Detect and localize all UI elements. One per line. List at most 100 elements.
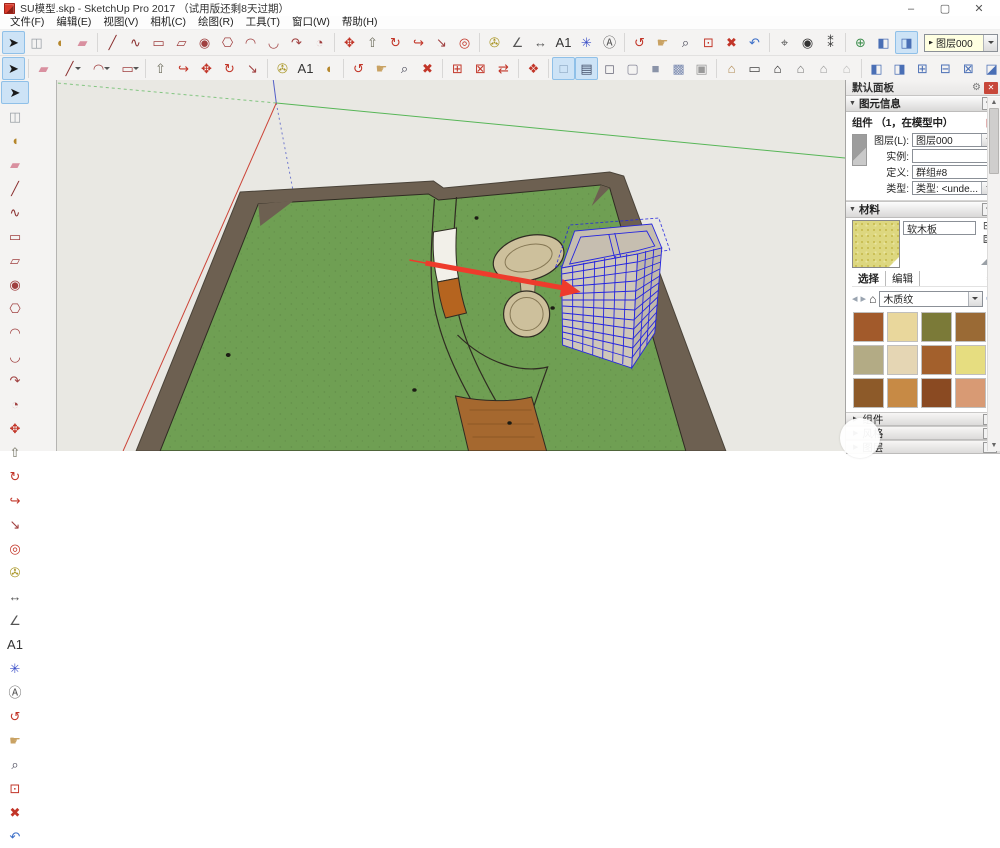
view-right-icon[interactable]: ⌂ — [835, 57, 858, 80]
material-preview[interactable] — [852, 220, 900, 268]
zoom-window-tool-icon[interactable]: ⊡ — [697, 31, 720, 54]
previous-view-tool-icon[interactable]: ↶ — [743, 31, 766, 54]
get-models-icon[interactable]: ⊞ — [446, 57, 469, 80]
push-pull-tool-icon[interactable]: ⇧ — [361, 31, 384, 54]
tape-measure-tool-icon[interactable]: ✇ — [1, 561, 29, 584]
dropdown-arrow-icon[interactable] — [967, 291, 982, 306]
text-tool-icon[interactable]: A1 — [294, 57, 317, 80]
panel-scrollbar[interactable]: ▲ ▼ — [987, 97, 1000, 451]
follow-me-tool-icon[interactable]: ↪ — [407, 31, 430, 54]
view-back-icon[interactable]: ⌂ — [789, 57, 812, 80]
line-tool-icon[interactable]: ╱ — [1, 177, 29, 200]
orbit-tool-icon[interactable]: ↺ — [1, 705, 29, 728]
material-swatch-11[interactable] — [921, 378, 952, 408]
rotate-tool-icon[interactable]: ↻ — [1, 465, 29, 488]
style-monochrome-icon[interactable]: ▣ — [690, 57, 713, 80]
axes-tool-icon[interactable]: ✳ — [575, 31, 598, 54]
style-back-edges-icon[interactable]: ▤ — [575, 57, 598, 80]
polygon-tool-icon[interactable]: ⎔ — [1, 297, 29, 320]
menu-window[interactable]: 窗口(W) — [286, 16, 336, 29]
style-shaded-icon[interactable]: ■ — [644, 57, 667, 80]
pan-tool-icon[interactable]: ☛ — [1, 729, 29, 752]
zoom-extents-tool-icon[interactable]: ✖ — [1, 801, 29, 824]
scrollbar-thumb[interactable] — [989, 108, 999, 174]
collection-combo[interactable]: 木质纹 — [879, 290, 983, 307]
move-tool-icon[interactable]: ✥ — [1, 417, 29, 440]
material-name-input[interactable]: 软木板 — [903, 221, 976, 235]
eraser-icon[interactable]: ▰ — [1, 153, 29, 176]
nav-forward-icon[interactable]: ▸ — [861, 292, 867, 305]
solid-union-icon[interactable]: ⊞ — [911, 57, 934, 80]
minimize-button[interactable]: – — [894, 2, 928, 16]
close-button[interactable]: ✕ — [962, 2, 996, 16]
panel-options-icon[interactable]: ⚙ — [972, 82, 981, 93]
solid-trim-icon[interactable]: ⊠ — [957, 57, 980, 80]
move-tool-icon[interactable]: ✥ — [338, 31, 361, 54]
dimension-tool-icon[interactable]: ↔ — [1, 585, 29, 608]
menu-edit[interactable]: 编辑(E) — [50, 16, 97, 29]
line-tool-icon[interactable]: ╱ — [101, 31, 124, 54]
push-pull-tool-icon[interactable]: ⇧ — [149, 57, 172, 80]
section-plane-tool-icon[interactable]: ⊕ — [849, 31, 872, 54]
style-wireframe-icon[interactable]: ◻ — [598, 57, 621, 80]
menu-tools[interactable]: 工具(T) — [240, 16, 286, 29]
pan-tool-icon[interactable]: ☛ — [651, 31, 674, 54]
material-swatch-6[interactable] — [887, 345, 918, 375]
line-tool-icon[interactable]: ╱ — [55, 57, 84, 80]
solid-intersect-icon[interactable]: ◨ — [888, 57, 911, 80]
materials-header[interactable]: ▼ 材料 ▬ — [846, 201, 1000, 218]
material-swatch-2[interactable] — [887, 312, 918, 342]
tab-edit[interactable]: 编辑 — [886, 271, 920, 286]
previous-view-tool-icon[interactable]: ↶ — [1, 825, 29, 848]
rotated-rectangle-tool-icon[interactable]: ▱ — [1, 249, 29, 272]
follow-me-tool-icon[interactable]: ↪ — [1, 489, 29, 512]
scale-tool-icon[interactable]: ↘ — [1, 513, 29, 536]
zoom-tool-icon[interactable]: ⌕ — [674, 31, 697, 54]
push-pull-tool-icon[interactable]: ⇧ — [1, 441, 29, 464]
material-swatch-3[interactable] — [921, 312, 952, 342]
share-model-icon[interactable]: ⊠ — [469, 57, 492, 80]
freehand-tool-icon[interactable]: ∿ — [124, 31, 147, 54]
zoom-tool-icon[interactable]: ⌕ — [1, 753, 29, 776]
dropdown-arrow-icon[interactable] — [983, 34, 997, 51]
zoom-extents-tool-icon[interactable]: ✖ — [416, 57, 439, 80]
view-iso-icon[interactable]: ⌂ — [720, 57, 743, 80]
rectangle-tool-icon[interactable]: ▭ — [1, 225, 29, 248]
pie-tool-icon[interactable]: ◔ — [308, 31, 331, 54]
material-swatch-4[interactable] — [955, 312, 986, 342]
entity-layer-combo[interactable]: 图层000 — [912, 132, 996, 147]
zoom-tool-icon[interactable]: ⌕ — [393, 57, 416, 80]
scroll-down-icon[interactable]: ▼ — [988, 440, 1000, 451]
orbit-tool-icon[interactable]: ↺ — [628, 31, 651, 54]
eraser-icon[interactable]: ▰ — [71, 31, 94, 54]
polygon-tool-icon[interactable]: ⎔ — [216, 31, 239, 54]
arc-tool-icon[interactable]: ◠ — [84, 57, 113, 80]
select-tool-icon[interactable]: ➤ — [2, 31, 25, 54]
material-swatch-12[interactable] — [955, 378, 986, 408]
circle-tool-icon[interactable]: ◉ — [193, 31, 216, 54]
scale-tool-icon[interactable]: ↘ — [241, 57, 264, 80]
move-tool-icon[interactable]: ✥ — [195, 57, 218, 80]
dimension-tool-icon[interactable]: ↔ — [529, 31, 552, 54]
3d-text-tool-icon[interactable]: Ⓐ — [598, 31, 621, 54]
tape-measure-tool-icon[interactable]: ✇ — [271, 57, 294, 80]
rotated-rectangle-tool-icon[interactable]: ▱ — [170, 31, 193, 54]
layer-combo[interactable]: 图层000 — [924, 33, 998, 52]
material-swatch-1[interactable] — [853, 312, 884, 342]
protractor-tool-icon[interactable]: ∠ — [1, 609, 29, 632]
style-shaded-textures-icon[interactable]: ▩ — [667, 57, 690, 80]
material-swatch-9[interactable] — [853, 378, 884, 408]
panel-close-button[interactable]: ✕ — [984, 81, 998, 94]
3d-text-tool-icon[interactable]: Ⓐ — [1, 681, 29, 704]
rotate-tool-icon[interactable]: ↻ — [384, 31, 407, 54]
protractor-tool-icon[interactable]: ∠ — [506, 31, 529, 54]
home-icon[interactable]: ⌂ — [869, 292, 876, 306]
view-left-icon[interactable]: ⌂ — [812, 57, 835, 80]
paint-bucket-icon[interactable]: ◖ — [1, 129, 29, 152]
look-around-tool-icon[interactable]: ◉ — [796, 31, 819, 54]
eraser-icon[interactable]: ▰ — [32, 57, 55, 80]
material-swatch-8[interactable] — [955, 345, 986, 375]
arc-tool-icon[interactable]: ◠ — [239, 31, 262, 54]
nav-back-icon[interactable]: ◂ — [852, 292, 858, 305]
instance-input[interactable] — [912, 148, 996, 163]
